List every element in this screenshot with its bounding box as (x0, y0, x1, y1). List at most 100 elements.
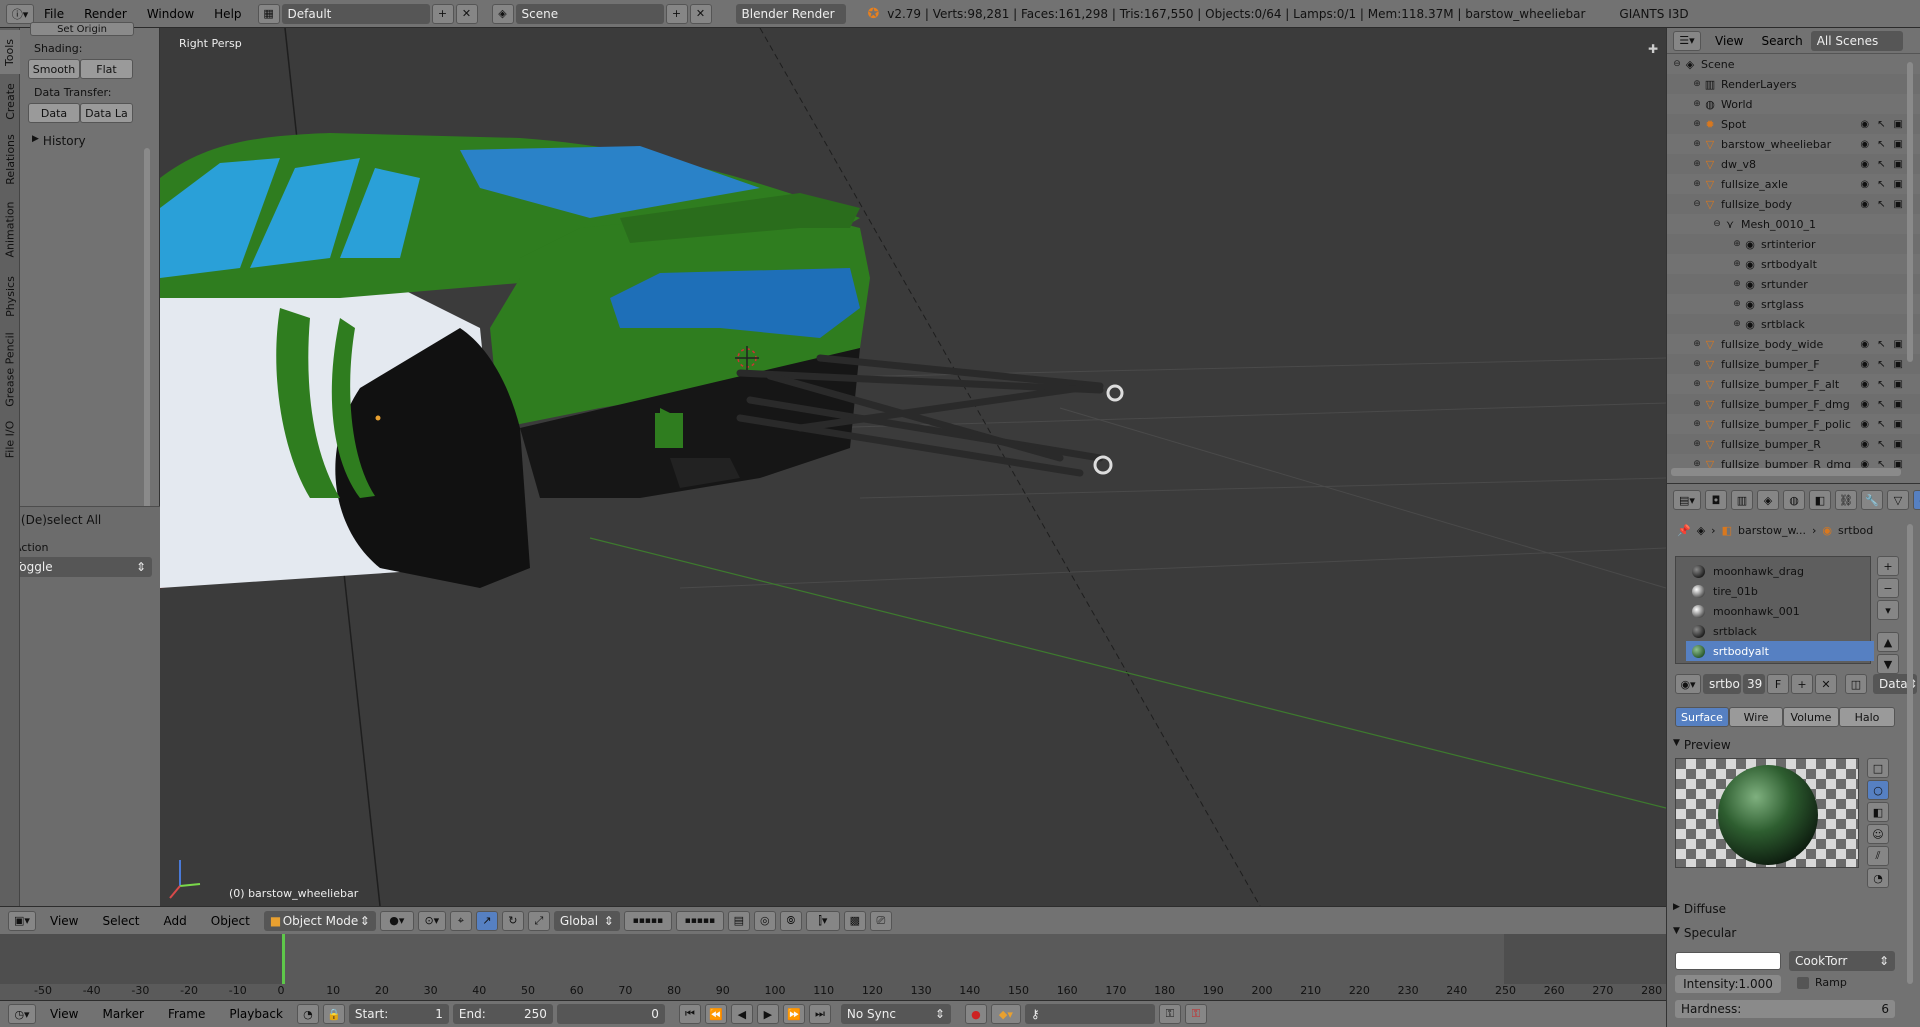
expand-toggle-icon[interactable]: ⊕ (1731, 319, 1743, 329)
outliner-row[interactable]: ⊕ ◉ srtbodyalt (1667, 254, 1920, 274)
flat-button[interactable]: Flat (80, 59, 133, 79)
menu-object[interactable]: Object (201, 914, 260, 928)
play-reverse-icon[interactable]: ◀ (730, 1004, 753, 1024)
render-icon[interactable]: ▣ (1894, 159, 1903, 170)
manipulator-toggle-icon[interactable]: ⌖ (449, 910, 472, 931)
specular-panel-header[interactable]: ▼ Specular (1673, 926, 1736, 940)
outliner-row[interactable]: ⊕ ▽ barstow_wheeliebar ◉ ↖ ▣ (1667, 134, 1920, 154)
outliner-row[interactable]: ⊕ ◉ srtinterior (1667, 234, 1920, 254)
expand-toggle-icon[interactable]: ⊕ (1691, 419, 1703, 429)
menu-file[interactable]: File (34, 7, 74, 21)
jump-start-icon[interactable]: ⏮ (678, 1004, 701, 1024)
play-icon[interactable]: ▶ (756, 1004, 779, 1024)
specular-color-swatch[interactable] (1675, 952, 1781, 970)
menu-playback[interactable]: Playback (219, 1007, 293, 1021)
material-slot[interactable]: moonhawk_drag (1686, 561, 1874, 581)
layers-grid-b[interactable]: ▪▪▪▪▪ (675, 910, 724, 931)
expand-toggle-icon[interactable]: ⊖ (1691, 199, 1703, 209)
menu-view[interactable]: View (40, 914, 88, 928)
material-slot[interactable]: srtbodyalt (1686, 641, 1874, 661)
outliner-row[interactable]: ⊕ ◉ srtglass (1667, 294, 1920, 314)
outliner-row[interactable]: ⊕ ▽ fullsize_axle ◉ ↖ ▣ (1667, 174, 1920, 194)
move-slot-down-icon[interactable]: ▼ (1877, 654, 1899, 674)
transform-orientation-dropdown[interactable]: Global ⇕ (553, 910, 620, 931)
render-icon[interactable]: ▣ (1894, 179, 1903, 190)
render-icon[interactable]: ▣ (1894, 399, 1903, 410)
rotate-manipulator-icon[interactable]: ↻ (501, 910, 524, 931)
expand-toggle-icon[interactable]: ⊕ (1691, 159, 1703, 169)
expand-toggle-icon[interactable]: ⊕ (1731, 299, 1743, 309)
outliner-display-mode[interactable]: All Scenes (1810, 30, 1903, 51)
end-frame-field[interactable]: End: 250 (452, 1004, 553, 1024)
jump-keyframe-back-icon[interactable]: ⏪ (704, 1004, 727, 1024)
eye-icon[interactable]: ◉ (1860, 339, 1869, 350)
ramp-checkbox[interactable] (1797, 976, 1809, 989)
layers-grid-a[interactable]: ▪▪▪▪▪ (623, 910, 672, 931)
scene-icon[interactable]: ◈ (491, 3, 514, 24)
outliner-row[interactable]: ⊕ ▽ fullsize_bumper_F ◉ ↖ ▣ (1667, 354, 1920, 374)
preview-sky-icon[interactable]: ◔ (1867, 868, 1889, 888)
3d-viewport[interactable]: Right Persp (0) barstow_wheeliebar ✚ (160, 28, 1666, 906)
outliner-row[interactable]: ⊖ ◈ Scene (1667, 54, 1920, 74)
wire-tab[interactable]: Wire (1729, 707, 1783, 727)
cursor-icon[interactable]: ↖ (1877, 139, 1885, 150)
menu-window[interactable]: Window (137, 7, 204, 21)
opengl-anim-icon[interactable]: ⎚ (869, 910, 892, 931)
modifiers-tab-icon[interactable]: 🔧 (1861, 490, 1883, 510)
eye-icon[interactable]: ◉ (1860, 159, 1869, 170)
mode-dropdown[interactable]: ■ Object Mode ⇕ (263, 910, 376, 931)
object-tab-icon[interactable]: ◧ (1809, 490, 1831, 510)
preview-monkey-icon[interactable]: ☺ (1867, 824, 1889, 844)
tab-create[interactable]: Create (0, 76, 20, 126)
material-name-field[interactable]: srtbo (1703, 674, 1741, 694)
eye-icon[interactable]: ◉ (1860, 419, 1869, 430)
add-layout-icon[interactable]: + (431, 3, 454, 24)
scene-tab-icon[interactable]: ◈ (1757, 490, 1779, 510)
constraints-tab-icon[interactable]: ⛓ (1835, 490, 1857, 510)
outliner-row[interactable]: ⊕ ▽ fullsize_body_wide ◉ ↖ ▣ (1667, 334, 1920, 354)
outliner-row[interactable]: ⊕ ▽ dw_v8 ◉ ↖ ▣ (1667, 154, 1920, 174)
expand-toggle-icon[interactable]: ⊕ (1691, 399, 1703, 409)
translate-manipulator-icon[interactable]: ↗ (475, 910, 498, 931)
outliner-scrollbar[interactable] (1907, 62, 1913, 362)
tab-tools[interactable]: Tools (0, 30, 20, 74)
smooth-button[interactable]: Smooth (28, 59, 80, 79)
menu-marker[interactable]: Marker (92, 1007, 153, 1021)
eye-icon[interactable]: ◉ (1860, 139, 1869, 150)
outliner-row[interactable]: ⊕ ✹ Spot ◉ ↖ ▣ (1667, 114, 1920, 134)
cursor-icon[interactable]: ↖ (1877, 439, 1885, 450)
delete-keyframe-icon[interactable]: ⚿ (1184, 1004, 1207, 1024)
editor-type-3d-icon[interactable]: ▣▾ (8, 910, 36, 931)
scale-manipulator-icon[interactable]: ⤢ (527, 910, 550, 931)
cursor-icon[interactable]: ↖ (1877, 119, 1885, 130)
material-slot[interactable]: srtblack (1686, 621, 1874, 641)
keying-set-field[interactable]: ⚷ (1024, 1004, 1155, 1024)
expand-toggle-icon[interactable]: ⊕ (1691, 439, 1703, 449)
outliner-hscrollbar[interactable] (1671, 468, 1901, 476)
preview-cube-icon[interactable]: ◧ (1867, 802, 1889, 822)
eye-icon[interactable]: ◉ (1860, 439, 1869, 450)
preview-hair-icon[interactable]: ⫽ (1867, 846, 1889, 866)
cursor-icon[interactable]: ↖ (1877, 199, 1885, 210)
expand-toggle-icon[interactable]: ⊕ (1691, 179, 1703, 189)
menu-frame[interactable]: Frame (158, 1007, 215, 1021)
lock-frame-icon[interactable]: 🔒 (322, 1004, 345, 1024)
editor-type-outliner-icon[interactable]: ☰▾ (1673, 30, 1701, 51)
render-icon[interactable]: ▣ (1894, 119, 1903, 130)
specular-shader-dropdown[interactable]: CookTorr ⇕ (1789, 951, 1895, 971)
viewport-shading-icon[interactable]: ●▾ (379, 910, 414, 931)
render-layers-tab-icon[interactable]: ▥ (1731, 490, 1753, 510)
giants-i3d-label[interactable]: GIANTS I3D (1619, 7, 1688, 21)
outliner-row[interactable]: ⊕ ▽ fullsize_bumper_F_dmg ◉ ↖ ▣ (1667, 394, 1920, 414)
expand-toggle-icon[interactable]: ⊕ (1691, 99, 1703, 109)
auto-keying-record-icon[interactable]: ● (964, 1004, 987, 1024)
outliner-row[interactable]: ⊖ ▽ fullsize_body ◉ ↖ ▣ (1667, 194, 1920, 214)
cursor-icon[interactable]: ↖ (1877, 359, 1885, 370)
node-material-icon[interactable]: ◫ (1845, 674, 1867, 694)
remove-layout-icon[interactable]: ✕ (455, 3, 478, 24)
outliner-menu-view[interactable]: View (1705, 34, 1753, 48)
ramp-option[interactable]: Ramp (1797, 976, 1847, 989)
preview-sphere-icon[interactable]: ○ (1867, 780, 1889, 800)
tab-grease-pencil[interactable]: Grease Pencil (0, 326, 20, 412)
expand-toggle-icon[interactable]: ⊕ (1691, 359, 1703, 369)
